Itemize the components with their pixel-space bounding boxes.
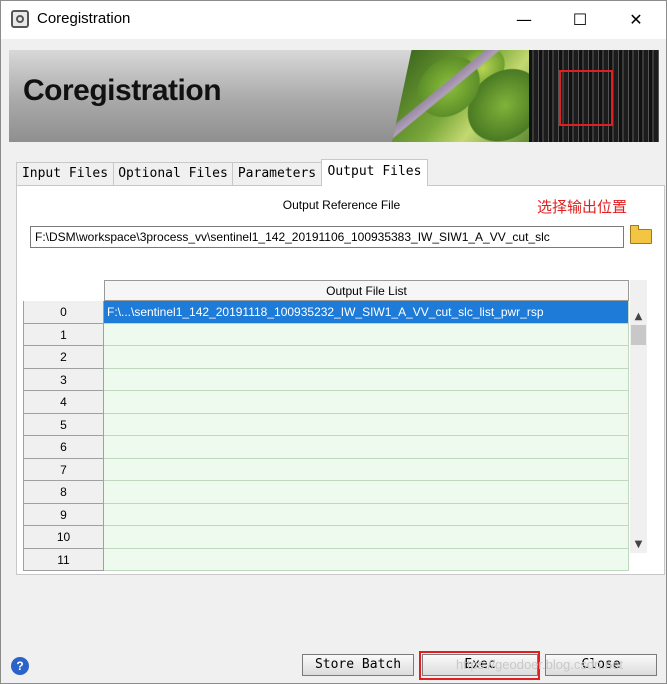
table-row[interactable]: 2 [23,346,629,369]
row-index: 5 [23,413,104,436]
close-window-button[interactable]: ✕ [613,1,659,39]
row-index: 4 [23,391,104,414]
table-row[interactable]: 5 [23,413,629,436]
output-file-cell[interactable] [104,436,629,459]
scroll-up-icon[interactable]: ▲ [630,308,647,325]
table-row[interactable]: 4 [23,391,629,414]
table-row[interactable]: 10 [23,526,629,549]
tab-input-files[interactable]: Input Files [16,162,114,185]
output-file-cell[interactable] [104,458,629,481]
table-row[interactable]: 11 [23,548,629,571]
row-index: 6 [23,436,104,459]
table-row[interactable]: 8 [23,481,629,504]
row-index: 11 [23,548,104,571]
tab-parameters[interactable]: Parameters [232,162,322,185]
window-title: Coregistration [37,10,131,27]
annotation-text: 选择输出位置 [537,198,628,216]
row-index: 3 [23,368,104,391]
row-index: 8 [23,481,104,504]
watermark-text: https://geodoer.blog.csdn.net [456,657,623,672]
output-file-cell[interactable] [104,548,629,571]
tab-optional-files[interactable]: Optional Files [113,162,233,185]
output-file-cell[interactable] [104,391,629,414]
row-index: 2 [23,346,104,369]
banner-title: Coregistration [23,74,222,107]
output-file-cell[interactable] [104,323,629,346]
table-row[interactable]: 6 [23,436,629,459]
row-index: 0 [23,301,104,324]
output-file-cell[interactable] [104,526,629,549]
scroll-down-icon[interactable]: ▼ [630,536,647,553]
table-scrollbar[interactable]: ▲ ▼ [630,280,647,553]
help-icon[interactable]: ? [11,657,29,675]
output-file-cell[interactable]: F:\...\sentinel1_142_20191118_100935232_… [104,301,629,324]
row-index: 9 [23,503,104,526]
tab-output-files[interactable]: Output Files [321,159,428,186]
output-file-cell[interactable] [104,481,629,504]
scroll-thumb[interactable] [631,325,646,345]
header-banner: Coregistration [9,50,659,142]
row-index: 10 [23,526,104,549]
row-index: 1 [23,323,104,346]
output-file-list-header: Output File List [104,280,629,301]
output-file-cell[interactable] [104,346,629,369]
table-row[interactable]: 1 [23,323,629,346]
app-icon [11,10,29,28]
table-row[interactable]: 9 [23,503,629,526]
coregistration-window: Coregistration — ☐ ✕ Coregistration Inpu… [0,0,667,684]
maximize-button[interactable]: ☐ [557,1,603,39]
output-file-cell[interactable] [104,503,629,526]
browse-folder-button[interactable] [629,224,653,248]
table-row[interactable]: 3 [23,368,629,391]
row-index: 7 [23,458,104,481]
output-files-panel: Output Reference File 选择输出位置 F:\DSM\work… [16,185,665,575]
table-row[interactable]: 7 [23,458,629,481]
minimize-button[interactable]: — [501,1,547,39]
table-row[interactable]: 0 F:\...\sentinel1_142_20191118_100935232… [23,301,629,324]
banner-highlight-rect [559,70,613,126]
title-bar[interactable]: Coregistration — ☐ ✕ [1,1,666,39]
output-file-cell[interactable] [104,413,629,436]
output-reference-path-field[interactable]: F:\DSM\workspace\3process_vv\sentinel1_1… [30,226,624,248]
folder-icon [630,225,652,244]
output-file-table: Output File List 0 F:\...\sentinel1_142_2… [23,280,647,573]
store-batch-button[interactable]: Store Batch [302,654,414,676]
output-file-cell[interactable] [104,368,629,391]
